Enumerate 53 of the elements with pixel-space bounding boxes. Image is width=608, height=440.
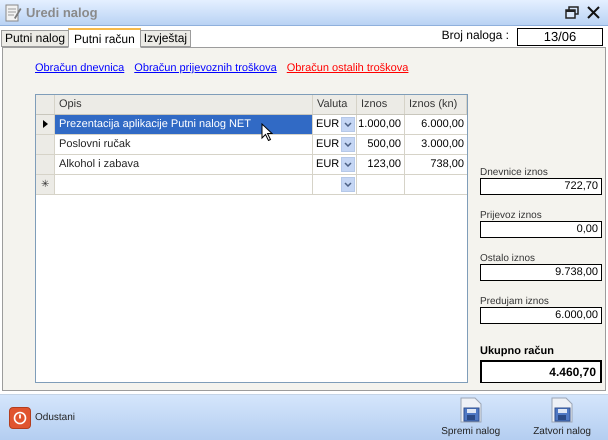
table-cell: Prezentacija aplikacije Putni nalog NET: [55, 114, 313, 134]
caret-icon: [344, 182, 352, 186]
cursor-icon: [261, 122, 273, 140]
tab[interactable]: Izvještaj: [140, 30, 192, 47]
link[interactable]: Obračun ostalih troškova: [286, 60, 408, 76]
order-number-field[interactable]: 13/06: [517, 28, 603, 46]
tab[interactable]: Putni nalog: [1, 30, 70, 47]
table-cell-text: EUR: [316, 136, 340, 152]
link[interactable]: Obračun dnevnica: [35, 60, 124, 76]
table-cell-text: 6.000,00: [420, 116, 465, 132]
table-cell-text: 3.000,00: [420, 136, 465, 152]
amount-field[interactable]: 0,00: [480, 220, 602, 238]
field-label: Predujam iznos: [480, 296, 550, 306]
amount-field[interactable]: 722,70: [480, 178, 602, 194]
table-cell-text: EUR: [316, 156, 340, 172]
window-title: Uredi nalog: [26, 4, 98, 22]
save-button[interactable]: Spremi nalog: [441, 396, 500, 439]
field-label: Ukupno račun: [480, 344, 555, 358]
table-cell: 1.000,00: [357, 114, 405, 134]
close-order-button[interactable]: Zatvori nalog: [533, 396, 591, 439]
field-label: Dnevnice iznos: [480, 166, 549, 178]
link[interactable]: Obračun prijevoznih troškova: [134, 60, 277, 76]
column-header[interactable]: Iznos (kn): [405, 94, 467, 114]
dropdown-button[interactable]: [341, 136, 355, 152]
amount-field[interactable]: 9.738,00: [480, 264, 602, 280]
column-header[interactable]: Iznos: [357, 94, 405, 114]
tab[interactable]: Putni račun: [68, 28, 141, 48]
table-cell: 500,00: [357, 134, 405, 154]
total-field[interactable]: 4.460,70: [480, 360, 602, 382]
table-cell: 123,00: [357, 154, 405, 174]
caret-icon: [344, 162, 352, 166]
table-cell-text: 738,00: [429, 156, 465, 172]
dropdown-button[interactable]: [341, 156, 355, 172]
dropdown-button[interactable]: [341, 116, 355, 132]
notepad-icon: [4, 2, 22, 22]
row-pointer-icon: [42, 120, 48, 128]
cancel-button[interactable]: Odustani: [9, 406, 76, 428]
close-icon[interactable]: [587, 6, 600, 19]
row-header[interactable]: [36, 114, 55, 134]
power-icon: [9, 406, 31, 428]
table-cell: Alkohol i zabava: [55, 154, 313, 174]
field-label: Prijevoz iznos: [480, 210, 543, 220]
caret-icon: [344, 142, 352, 146]
row-header[interactable]: ✳: [36, 174, 55, 194]
column-header[interactable]: Opis: [55, 94, 313, 114]
column-header[interactable]: Valuta: [313, 94, 357, 114]
table-cell-text: EUR: [316, 116, 340, 132]
restore-icon[interactable]: [565, 6, 579, 19]
order-number-label: Broj naloga :: [442, 27, 509, 44]
dropdown-button[interactable]: [341, 176, 355, 192]
field-label: Ostalo iznos: [480, 252, 536, 264]
amount-field[interactable]: 6.000,00: [480, 306, 602, 324]
caret-icon: [344, 122, 352, 126]
